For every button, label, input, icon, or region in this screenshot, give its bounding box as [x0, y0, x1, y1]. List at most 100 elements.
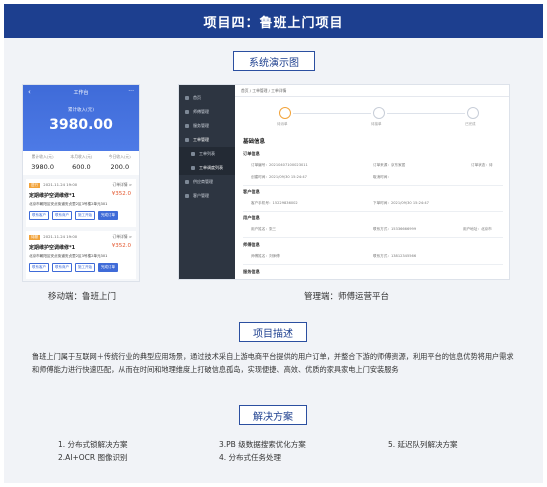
grid-icon — [191, 152, 195, 156]
sidebar-item-label: 客户管理 — [193, 193, 209, 198]
contact-merchant-button[interactable]: 联系商户 — [52, 263, 72, 272]
solution-item: 5. 延迟队列解决方案 — [388, 440, 458, 449]
demo-section-title: 系统演示图 — [249, 57, 299, 69]
stat-label: 累计收入(元) — [31, 154, 54, 159]
sidebar-item-workers[interactable]: 师傅管理 — [179, 105, 235, 119]
order-card[interactable]: 待服 2021.11.24 19:00 订单详情 > 定期维护空调维修*1 ¥3… — [26, 231, 136, 279]
mobile-screenshot: ‹ 工作台 ··· 累计收入(元) 3980.00 累计收入(元) 3980.0… — [22, 84, 140, 282]
order-actions: 联系客户 联系商户 施工开始 完成订单 — [29, 211, 133, 220]
divider — [243, 211, 503, 212]
divider — [243, 264, 503, 265]
contact-customer-button[interactable]: 联系客户 — [29, 211, 49, 220]
sidebar-item-dispatch-list[interactable]: 工单调度列表 — [179, 161, 235, 175]
sidebar-item-orders[interactable]: 工单管理 — [179, 133, 235, 147]
step-indicator — [373, 107, 385, 119]
list-icon — [185, 138, 189, 142]
step-connector — [387, 113, 465, 114]
solution-item: 1. 分布式锁解决方案 — [58, 440, 128, 449]
field-order-source: 订单来源：京东家居 — [373, 163, 406, 167]
complete-order-button[interactable]: 完成订单 — [98, 211, 118, 220]
order-detail-link[interactable]: 订单详情 > — [112, 234, 132, 240]
stat-month: 本月收入(元) 600.0 — [70, 154, 92, 175]
sidebar-item-order-list[interactable]: 工单列表 — [179, 147, 235, 161]
mobile-header: ‹ 工作台 ··· 累计收入(元) 3980.00 — [23, 85, 139, 151]
solution-item: 2.AI+OCR 图像识别 — [58, 453, 128, 462]
order-price: ¥352.0 — [111, 191, 131, 197]
stat-value: 600.0 — [72, 163, 91, 171]
customer-icon — [185, 194, 189, 198]
tool-icon — [185, 124, 189, 128]
solution-item: 4. 分布式任务处理 — [219, 453, 282, 462]
step-label: 已完成 — [465, 122, 476, 126]
stat-label: 本月收入(元) — [70, 154, 93, 159]
stat-label: 今日收入(元) — [108, 154, 131, 159]
start-work-button[interactable]: 施工开始 — [75, 211, 95, 220]
detail-title: 基础信息 — [243, 139, 266, 145]
order-card[interactable]: 进行 2021.11.24 19:00 订单详情 > 定期维护空调维修*1 ¥3… — [26, 179, 136, 227]
solution-item: 3.PB 级数据搜索优化方案 — [219, 440, 306, 449]
field-user-name: 用户姓名：张三 — [251, 227, 277, 231]
step-indicator — [279, 107, 291, 119]
stat-today: 今日收入(元) 200.0 — [109, 154, 131, 175]
field-order-no: 订单编号：20210407100023011 — [251, 163, 308, 167]
stat-value: 3980.0 — [31, 163, 54, 171]
order-tag: 进行 — [29, 183, 40, 188]
desktop-screenshot: 首页 师傅管理 服务管理 工单管理 工单列表 工单调度列表 供应商管理 客户管理… — [178, 84, 510, 280]
field-created-time: 创建时间：2021/09/30 15:24:47 — [251, 175, 307, 179]
order-detail-link[interactable]: 订单详情 > — [112, 182, 132, 188]
start-work-button[interactable]: 施工开始 — [75, 263, 95, 272]
dispatch-icon — [191, 166, 195, 170]
sidebar-item-customers[interactable]: 客户管理 — [179, 189, 235, 203]
field-user-address: 用户地址：北京市 — [463, 227, 492, 231]
section-order-info: 订单信息 — [243, 151, 260, 156]
sidebar-item-services[interactable]: 服务管理 — [179, 119, 235, 133]
order-address: 北京市朝阳区安贞街道安贞里2区3号楼2单元301 — [29, 254, 108, 258]
sidebar-item-home[interactable]: 首页 — [179, 91, 235, 105]
section-service-info: 服务信息 — [243, 269, 260, 274]
sidebar-item-label: 供应商管理 — [193, 179, 213, 184]
field-customer-phone: 客户手机号：15229836002 — [251, 201, 298, 205]
field-user-phone: 联系方式：15336666999 — [373, 227, 417, 231]
sidebar-item-label: 服务管理 — [193, 123, 209, 128]
step-connector — [293, 113, 371, 114]
step-label: 待接单 — [371, 122, 382, 126]
page-title-banner: 项目四：鲁班上门项目 — [4, 4, 543, 38]
field-worker-phone: 联系方式：13812345566 — [373, 254, 417, 258]
order-address: 北京市朝阳区安贞街道安贞里2区3号楼2单元301 — [29, 202, 108, 206]
order-progress-steps: 待派单 待接单 已完成 — [277, 107, 499, 131]
page-title: 项目四：鲁班上门项目 — [203, 15, 344, 31]
project-description: 鲁班上门属于互联网＋传统行业的典型应用场景，通过技术采自上游电商平台提供的用户订… — [32, 352, 514, 374]
demo-section-label: 系统演示图 — [233, 51, 315, 71]
field-worker-name: 师傅姓名：刘师傅 — [251, 254, 280, 258]
admin-sidebar: 首页 师傅管理 服务管理 工单管理 工单列表 工单调度列表 供应商管理 客户管理 — [179, 85, 235, 279]
description-section-title: 项目描述 — [253, 328, 293, 340]
stat-value: 200.0 — [110, 163, 130, 171]
order-tag: 待服 — [29, 235, 40, 240]
home-icon — [185, 96, 189, 100]
mobile-caption: 移动端：鲁班上门 — [48, 292, 117, 302]
contact-merchant-button[interactable]: 联系商户 — [52, 211, 72, 220]
description-section-label: 项目描述 — [239, 322, 307, 342]
field-order-time: 下单时间：2021/09/30 15:24:47 — [373, 201, 429, 205]
step-label: 待派单 — [277, 122, 288, 126]
solutions-section-label: 解决方案 — [239, 405, 307, 425]
more-icon[interactable]: ··· — [128, 88, 134, 95]
section-user-info: 用户信息 — [243, 215, 260, 220]
sidebar-item-label: 工单调度列表 — [199, 165, 223, 170]
solutions-section-title: 解决方案 — [253, 411, 293, 423]
step-indicator — [467, 107, 479, 119]
contact-customer-button[interactable]: 联系客户 — [29, 263, 49, 272]
income-stats: 累计收入(元) 3980.0 本月收入(元) 600.0 今日收入(元) 200… — [23, 151, 139, 175]
divider — [243, 237, 503, 238]
amount-label: 累计收入(元) — [67, 108, 94, 113]
section-customer-info: 客户信息 — [243, 189, 260, 194]
order-actions: 联系客户 联系商户 施工开始 完成订单 — [29, 263, 133, 272]
order-time: 2021.11.24 19:00 — [43, 182, 78, 187]
section-worker-info: 师傅信息 — [243, 242, 260, 247]
stat-total: 累计收入(元) 3980.0 — [31, 154, 54, 175]
order-time: 2021.11.24 19:00 — [43, 234, 78, 239]
complete-order-button[interactable]: 完成订单 — [98, 263, 118, 272]
supplier-icon — [185, 180, 189, 184]
sidebar-item-suppliers[interactable]: 供应商管理 — [179, 175, 235, 189]
amount-value: 3980.00 — [49, 117, 113, 133]
